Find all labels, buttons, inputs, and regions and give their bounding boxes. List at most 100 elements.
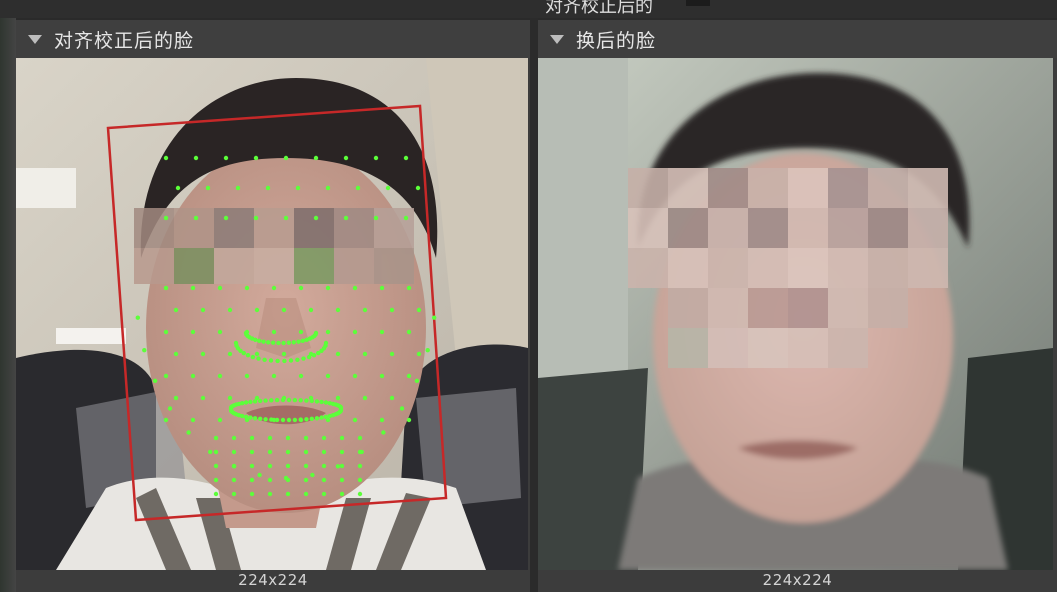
landmark-point (406, 329, 412, 335)
landmark-point (403, 215, 409, 221)
aligned-face-panel-header[interactable]: 对齐校正后的脸 (16, 18, 530, 58)
landmark-point (415, 185, 421, 191)
landmark-point (304, 417, 309, 422)
triangle-down-icon[interactable] (28, 34, 42, 44)
landmark-point (323, 340, 329, 346)
panel-title: 对齐校正后的脸 (54, 29, 195, 52)
landmark-point (295, 185, 301, 191)
landmark-point (282, 358, 287, 364)
landmark-point (231, 491, 237, 497)
landmark-point (296, 339, 301, 344)
landmark-point (335, 351, 341, 357)
landmark-point (343, 215, 349, 221)
landmark-point (343, 155, 349, 161)
landmark-point (416, 351, 422, 357)
swapped-face-panel-header[interactable]: 换后的脸 (538, 18, 1057, 58)
landmark-point (321, 449, 327, 455)
landmark-point (263, 398, 268, 403)
landmark-point (362, 395, 368, 401)
landmark-point (399, 406, 405, 411)
landmark-point (217, 285, 223, 291)
landmark-point (267, 491, 273, 497)
landmark-point (335, 464, 341, 469)
landmark-point (276, 340, 281, 346)
triangle-down-icon[interactable] (550, 34, 564, 44)
landmark-point (321, 435, 327, 441)
landmark-point (385, 185, 391, 191)
landmark-point (267, 477, 273, 483)
landmark-point (217, 329, 223, 335)
landmark-point (373, 215, 379, 221)
swapped-face-panel: 换后的脸 224x224 (538, 18, 1057, 592)
landmark-point (298, 285, 304, 291)
landmark-point (258, 416, 263, 421)
landmark-point (274, 397, 280, 403)
landmark-point (248, 399, 253, 405)
landmark-point (193, 215, 199, 221)
landmark-point (352, 329, 358, 335)
landmark-point (213, 463, 219, 469)
landmark-point (173, 395, 179, 401)
landmark-point (295, 357, 300, 362)
landmark-point (414, 378, 420, 383)
landmark-point (213, 491, 219, 497)
landmark-point (252, 416, 258, 421)
landmark-point (258, 398, 263, 404)
panel-title: 换后的脸 (576, 29, 657, 52)
landmark-point (231, 463, 237, 469)
landmark-point (432, 315, 437, 320)
landmark-point (269, 417, 274, 422)
landmark-point (227, 307, 233, 313)
landmark-point (298, 329, 304, 335)
aligned-face-panel: 对齐校正后的脸 224x224 (16, 18, 530, 592)
landmark-point (163, 285, 169, 291)
landmark-point (339, 491, 345, 497)
landmark-point (304, 398, 309, 403)
landmark-point (321, 463, 327, 469)
landmark-point (280, 397, 286, 403)
landmark-point (200, 351, 206, 357)
landmark-point (303, 491, 309, 497)
landmark-point (308, 307, 314, 313)
landmark-point (303, 435, 309, 441)
landmark-point (248, 415, 253, 420)
landmark-point (227, 395, 233, 401)
landmark-point (253, 215, 259, 221)
landmark-point (254, 307, 260, 313)
landmark-point (406, 285, 412, 291)
landmark-point (298, 417, 303, 422)
landmark-point (313, 155, 319, 161)
landmark-point (285, 449, 291, 455)
landmark-point (142, 348, 147, 353)
landmark-point (352, 285, 358, 291)
landmark-point (266, 340, 271, 345)
landmark-point (325, 285, 331, 291)
landmark-point (249, 449, 255, 455)
landmark-point (250, 354, 256, 360)
landmark-point (339, 463, 345, 469)
landmark-point (300, 338, 305, 343)
landmark-point (338, 407, 344, 413)
landmark-point (240, 401, 245, 406)
landmark-point (213, 477, 219, 483)
landmark-point (205, 185, 211, 191)
clipped-heading: 对齐校正后的 (545, 0, 653, 17)
landmark-point (268, 358, 274, 363)
landmark-point (303, 477, 309, 483)
landmark-point (253, 155, 259, 161)
landmark-point (227, 351, 233, 357)
landmark-point (357, 435, 363, 441)
landmark-point (379, 285, 385, 291)
panel-divider[interactable] (530, 18, 538, 592)
landmark-point (193, 155, 199, 161)
landmark-point (389, 395, 395, 401)
landmark-point (303, 449, 309, 455)
landmark-point (190, 373, 196, 379)
landmark-point (379, 373, 385, 379)
landmark-point (231, 435, 237, 441)
landmark-point (175, 185, 181, 191)
landmark-point (167, 406, 173, 411)
landmark-point (281, 307, 287, 313)
landmark-point (200, 307, 206, 313)
landmark-point (325, 185, 331, 191)
